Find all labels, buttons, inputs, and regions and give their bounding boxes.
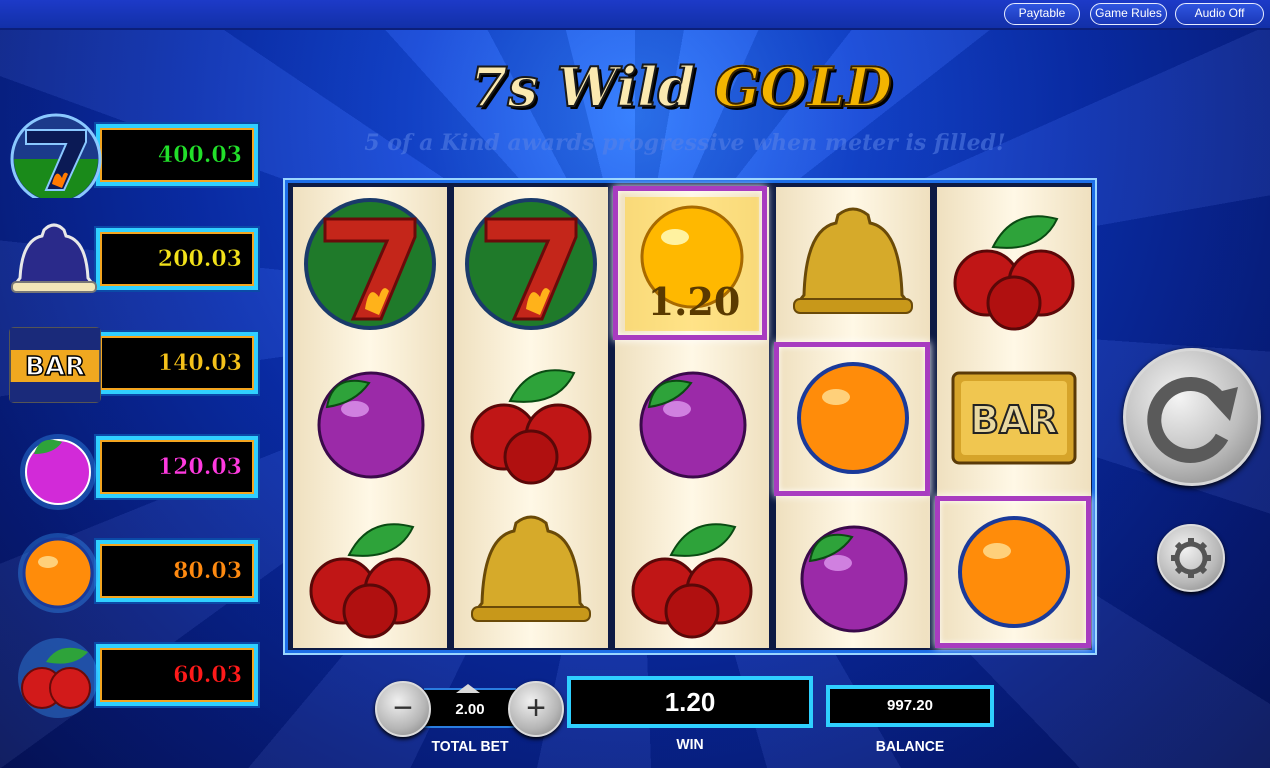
increase-bet-button[interactable]: + bbox=[508, 681, 564, 737]
win-amount-label: 1.20 bbox=[647, 279, 741, 324]
cherry-icon bbox=[470, 369, 592, 485]
paytable-row-bar: 140.03 BAR bbox=[4, 320, 260, 406]
paytable-value-box: 200.03 bbox=[96, 228, 258, 290]
paytable-value: 120.03 bbox=[157, 454, 243, 481]
plum-icon bbox=[317, 371, 425, 479]
reel-1 bbox=[293, 187, 447, 648]
paytable-value: 400.03 bbox=[157, 142, 243, 169]
paytable-row-orange: 80.03 bbox=[4, 528, 260, 614]
paytable-row-bell: 200.03 bbox=[4, 216, 260, 302]
bell-icon bbox=[11, 223, 97, 293]
reel-cell bbox=[776, 495, 930, 649]
audio-toggle-button[interactable]: Audio Off bbox=[1175, 3, 1264, 25]
seven-icon bbox=[10, 113, 102, 198]
winning-symbol-frame: 1.20 bbox=[613, 186, 767, 340]
paytable-value-box: 80.03 bbox=[96, 540, 258, 602]
seven-icon bbox=[465, 198, 597, 330]
balance-label: BALANCE bbox=[875, 737, 945, 755]
plum-icon bbox=[800, 525, 908, 633]
decrease-bet-button[interactable]: − bbox=[375, 681, 431, 737]
total-bet-label: TOTAL BET bbox=[431, 737, 509, 755]
progressive-subtitle: 5 of a Kind awards progressive when mete… bbox=[364, 130, 1006, 156]
reel-cell bbox=[776, 187, 930, 341]
win-label: WIN bbox=[676, 735, 704, 753]
top-bar: Paytable Game Rules Audio Off bbox=[0, 0, 1270, 30]
reel-2 bbox=[454, 187, 608, 648]
reel-cell bbox=[454, 341, 608, 495]
paytable-value: 200.03 bbox=[157, 246, 243, 273]
paytable-value: 140.03 bbox=[157, 350, 243, 377]
paytable-value-box: 60.03 bbox=[96, 644, 258, 706]
settings-button[interactable] bbox=[1157, 524, 1225, 592]
paytable-value-box: 400.03 bbox=[96, 124, 258, 186]
reel-cell bbox=[937, 187, 1091, 341]
paytable-value: 60.03 bbox=[173, 662, 242, 689]
reel-cell bbox=[293, 341, 447, 495]
paytable-value-box: 140.03 bbox=[96, 332, 258, 394]
paytable-button[interactable]: Paytable bbox=[1004, 3, 1080, 25]
paytable-value-box: 120.03 bbox=[96, 436, 258, 498]
winning-symbol-frame bbox=[935, 496, 1091, 648]
svg-text:BAR: BAR bbox=[970, 398, 1058, 442]
spin-arrow-icon bbox=[1147, 377, 1238, 463]
bet-options-caret-icon[interactable] bbox=[456, 684, 480, 693]
game-title: 7s Wild GOLD bbox=[469, 52, 910, 122]
reel-cell bbox=[615, 495, 769, 649]
spin-button[interactable] bbox=[1123, 348, 1261, 486]
title-part-2: GOLD bbox=[713, 54, 893, 120]
svg-text:BAR: BAR bbox=[25, 352, 85, 382]
gear-icon bbox=[1171, 538, 1211, 578]
bar-icon: BAR bbox=[9, 327, 101, 403]
reel-cell bbox=[454, 495, 608, 649]
reel-cell bbox=[615, 341, 769, 495]
winning-symbol-frame bbox=[774, 342, 930, 496]
bar-icon: BAR bbox=[951, 371, 1077, 465]
paytable-row-plum: 120.03 bbox=[4, 424, 260, 510]
paytable-row-seven: 400.03 bbox=[4, 112, 260, 198]
bell-icon bbox=[470, 515, 592, 622]
plum-icon bbox=[20, 434, 96, 510]
cherry-icon bbox=[18, 638, 98, 718]
game-rules-button[interactable]: Game Rules bbox=[1090, 3, 1167, 25]
reel-area: BAR 1.20 bbox=[285, 180, 1095, 653]
reel-cell bbox=[293, 187, 447, 341]
reel-cell bbox=[454, 187, 608, 341]
reel-cell bbox=[293, 495, 447, 649]
plum-icon bbox=[639, 371, 747, 479]
cherry-icon bbox=[309, 523, 431, 639]
balance-display: 997.20 bbox=[826, 685, 994, 727]
cherry-icon bbox=[631, 523, 753, 639]
bell-icon bbox=[792, 207, 914, 314]
orange-icon bbox=[18, 533, 98, 613]
title-part-1: 7s Wild bbox=[469, 54, 715, 120]
paytable-row-cherry: 60.03 bbox=[4, 632, 260, 718]
seven-icon bbox=[304, 198, 436, 330]
reel-cell: BAR bbox=[937, 341, 1091, 495]
win-display: 1.20 bbox=[567, 676, 813, 728]
total-bet-value: 2.00 bbox=[424, 688, 516, 728]
cherry-icon bbox=[953, 215, 1075, 331]
paytable-value: 80.03 bbox=[173, 558, 242, 585]
